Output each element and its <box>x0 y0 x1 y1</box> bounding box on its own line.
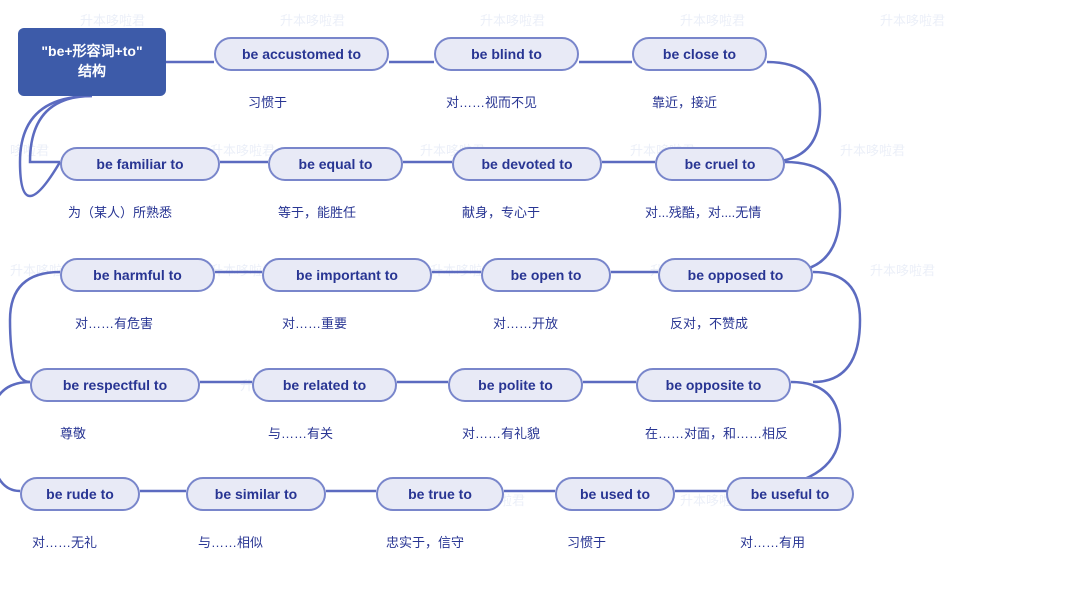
m-accustomed: 习惯于 <box>248 92 287 111</box>
title-box: "be+形容词+to" 结构 <box>18 28 166 96</box>
m-useful: 对……有用 <box>740 532 805 551</box>
pill-cruel: be cruel to <box>655 147 785 181</box>
pill-true: be true to <box>376 477 504 511</box>
m-blind: 对……视而不见 <box>446 92 537 111</box>
watermark: 升本哆啦君 <box>880 10 945 29</box>
m-true: 忠实于，信守 <box>386 532 464 551</box>
m-used: 习惯于 <box>567 532 606 551</box>
pill-important: be important to <box>262 258 432 292</box>
pill-polite: be polite to <box>448 368 583 402</box>
pill-opposed: be opposed to <box>658 258 813 292</box>
watermark: 升本哆啦君 <box>840 140 905 159</box>
pill-opposite: be opposite to <box>636 368 791 402</box>
m-open: 对……开放 <box>493 313 558 332</box>
m-devoted: 献身，专心于 <box>462 202 540 221</box>
watermark: 升本哆啦君 <box>280 10 345 29</box>
pill-rude: be rude to <box>20 477 140 511</box>
m-opposite: 在……对面，和……相反 <box>645 423 788 442</box>
pill-similar: be similar to <box>186 477 326 511</box>
pill-used: be used to <box>555 477 675 511</box>
watermark: 升本哆啦君 <box>480 10 545 29</box>
m-equal: 等于，能胜任 <box>278 202 356 221</box>
watermark: 哆啦君 <box>10 140 49 159</box>
m-polite: 对……有礼貌 <box>462 423 540 442</box>
watermark: 升本哆啦君 <box>210 140 275 159</box>
pill-devoted: be devoted to <box>452 147 602 181</box>
pill-accustomed: be accustomed to <box>214 37 389 71</box>
pill-equal: be equal to <box>268 147 403 181</box>
m-similar: 与……相似 <box>198 532 263 551</box>
pill-open: be open to <box>481 258 611 292</box>
pill-respectful: be respectful to <box>30 368 200 402</box>
pill-familiar: be familiar to <box>60 147 220 181</box>
diagram: 升本哆啦君升本哆啦君升本哆啦君升本哆啦君升本哆啦君哆啦君升本哆啦君升本哆啦君升本… <box>0 0 1080 613</box>
watermark: 升本哆啦君 <box>680 10 745 29</box>
pill-harmful: be harmful to <box>60 258 215 292</box>
pill-close: be close to <box>632 37 767 71</box>
m-important: 对……重要 <box>282 313 347 332</box>
pill-blind: be blind to <box>434 37 579 71</box>
m-close: 靠近，接近 <box>652 92 717 111</box>
watermark: 升本哆啦君 <box>80 10 145 29</box>
m-harmful: 对……有危害 <box>75 313 153 332</box>
pill-related: be related to <box>252 368 397 402</box>
watermark: 升本哆啦君 <box>870 260 935 279</box>
m-familiar: 为（某人）所熟悉 <box>68 202 172 221</box>
m-respectful: 尊敬 <box>60 423 86 442</box>
m-rude: 对……无礼 <box>32 532 97 551</box>
m-cruel: 对...残酷，对....无情 <box>645 202 761 221</box>
pill-useful: be useful to <box>726 477 854 511</box>
m-opposed: 反对，不赞成 <box>670 313 748 332</box>
m-related: 与……有关 <box>268 423 333 442</box>
